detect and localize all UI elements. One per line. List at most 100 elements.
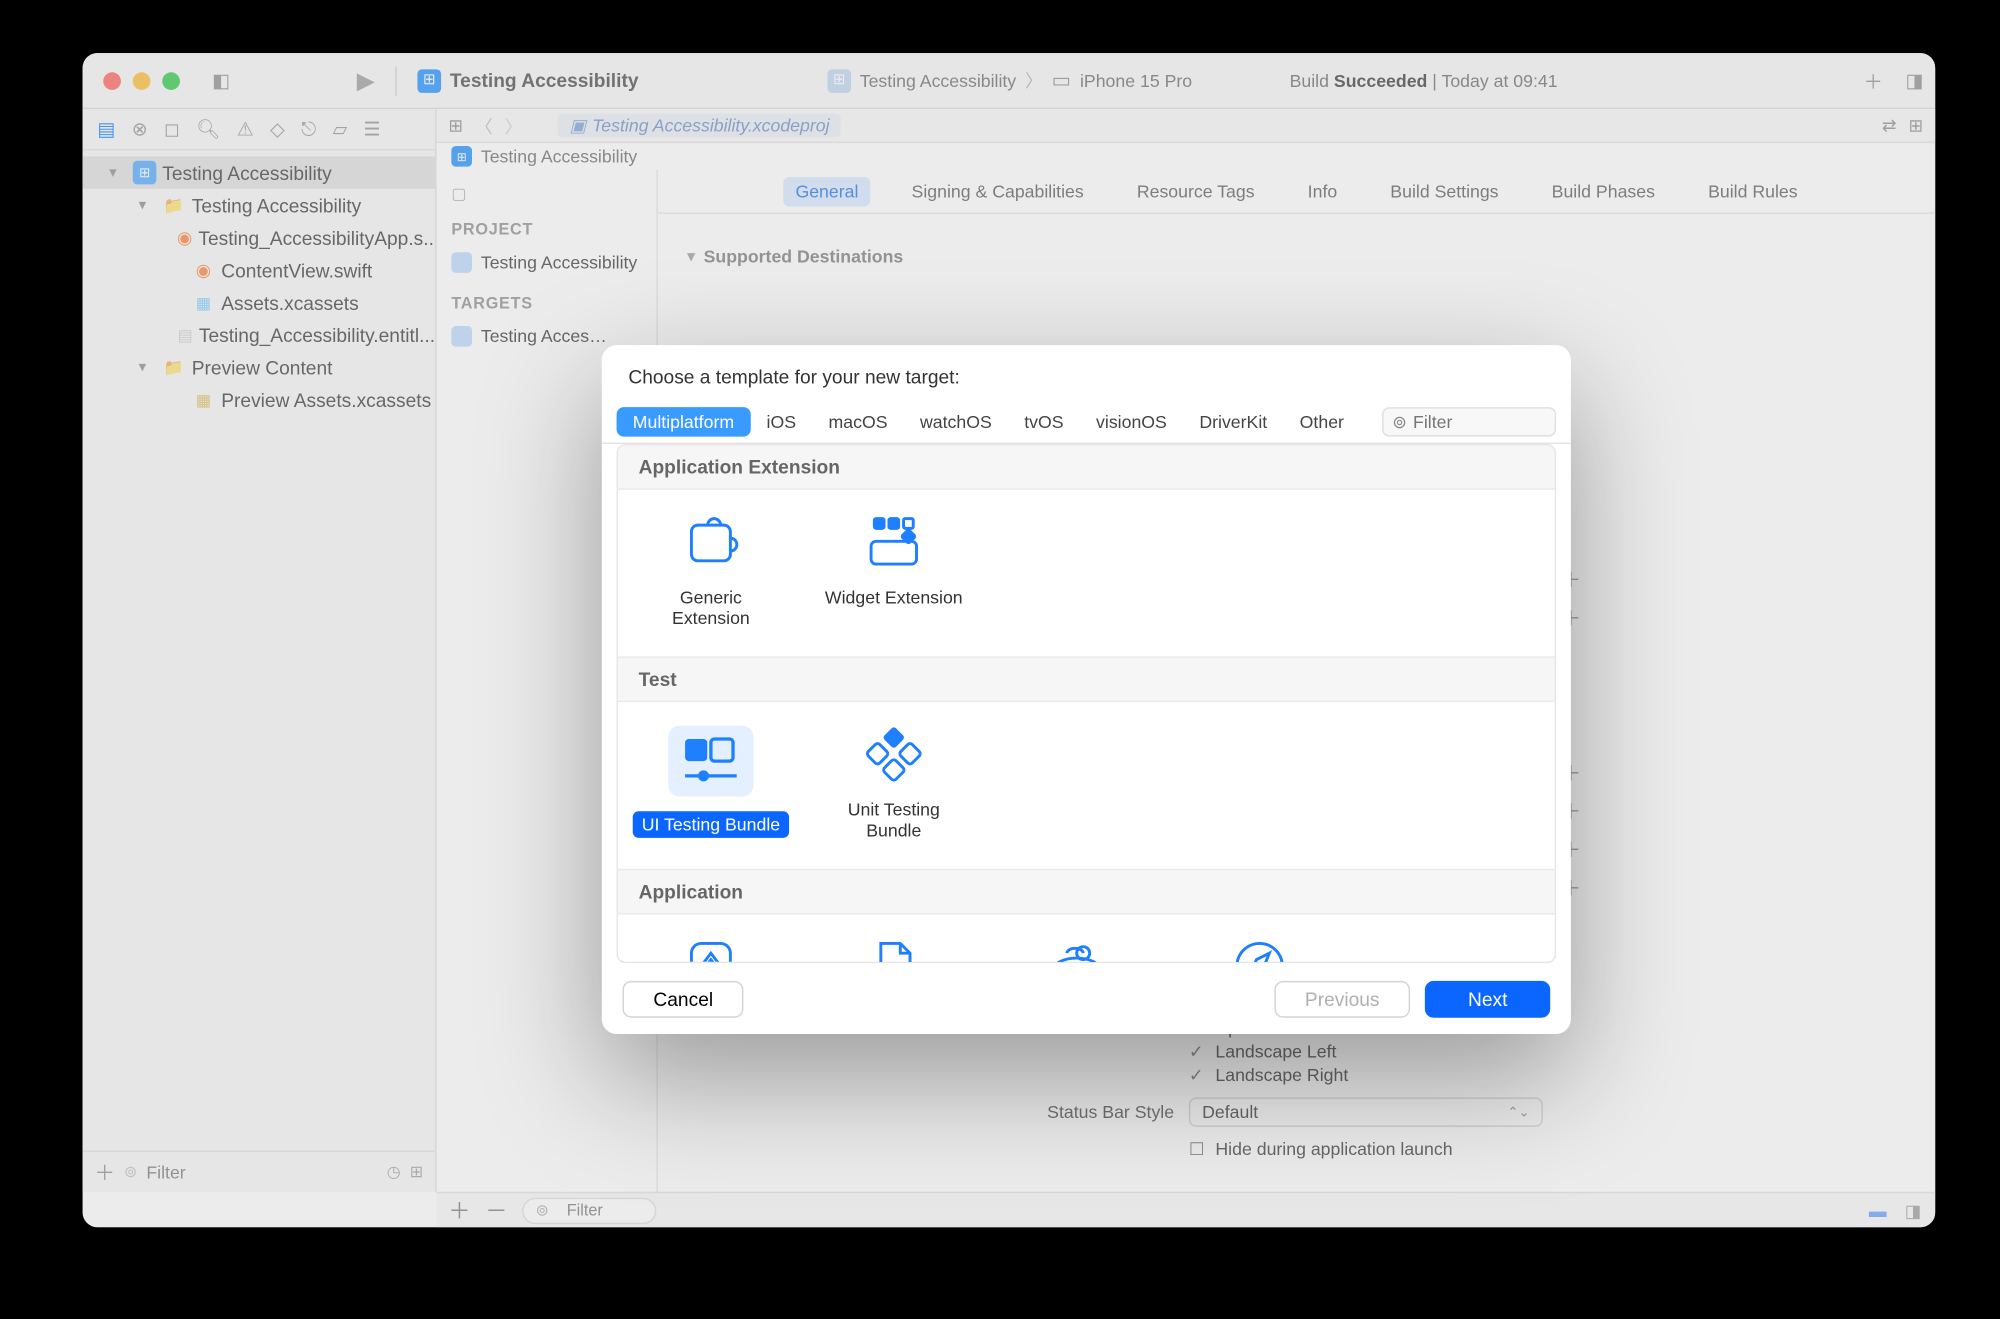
project-tab[interactable]: Build Phases [1540, 176, 1667, 206]
file-icon: ▦ [192, 388, 216, 412]
xcodeproj-icon: ▣ [569, 115, 586, 136]
project-tab[interactable]: Build Rules [1696, 176, 1809, 206]
breakpoint-icon[interactable]: ▱ [333, 117, 348, 141]
nav-back-icon[interactable]: 〈 [475, 113, 493, 138]
tree-item[interactable]: ◉Testing_AccessibilityApp.s... [83, 221, 436, 253]
template-app[interactable] [630, 937, 792, 963]
template-widget-ext[interactable]: Widget Extension [813, 513, 975, 632]
run-destination[interactable]: ⊞ Testing Accessibility 〉 ▭ iPhone 15 Pr… [827, 68, 1192, 93]
navigator-selector: ▤ ⊗ ◻ 🔍︎ ⚠︎ ◇ ⎋ ▱ ☰ [83, 109, 436, 150]
close-window-button[interactable] [103, 72, 121, 90]
add-target-icon[interactable]: ＋ [448, 1195, 470, 1226]
previous-button[interactable]: Previous [1274, 980, 1411, 1017]
bookmark-icon[interactable]: ◻ [164, 117, 180, 141]
doc-app-icon [861, 937, 926, 963]
template-list: Application ExtensionGeneric ExtensionWi… [617, 444, 1557, 963]
project-tab[interactable]: General [784, 176, 871, 206]
project-navigator: ▤ ⊗ ◻ 🔍︎ ⚠︎ ◇ ⎋ ▱ ☰ ▾⊞Testing Accessibil… [83, 109, 437, 1192]
project-tab[interactable]: Resource Tags [1125, 176, 1266, 206]
app-icon: ⊞ [417, 69, 441, 93]
project-navigator-icon[interactable]: ▤ [97, 117, 115, 141]
build-status: Build Succeeded | Today at 09:41 [1290, 70, 1558, 91]
tree-item[interactable]: ▦Assets.xcassets [83, 286, 436, 318]
file-icon: 📁 [162, 193, 186, 217]
remove-target-icon[interactable]: － [485, 1195, 507, 1226]
app-icon [679, 937, 744, 963]
source-control-icon[interactable]: ⊗ [132, 117, 148, 141]
status-bar-popup[interactable]: Default⌃⌄ [1189, 1097, 1543, 1127]
next-button[interactable]: Next [1425, 980, 1550, 1017]
template-doc-app[interactable] [813, 937, 975, 963]
run-icon[interactable]: ▶ [351, 66, 381, 96]
library-icon[interactable]: ◨ [1900, 66, 1930, 96]
project-tab[interactable]: Build Settings [1379, 176, 1511, 206]
recent-icon[interactable]: ◷ [387, 1162, 401, 1181]
platform-tab[interactable]: visionOS [1080, 406, 1183, 436]
add-icon[interactable]: ＋ [1859, 66, 1889, 96]
editor-tab[interactable]: ▣ Testing Accessibility.xcodeproj [558, 114, 842, 138]
tree-item[interactable]: ▦Preview Assets.xcassets [83, 384, 436, 416]
platform-tab[interactable]: Multiplatform [617, 406, 751, 436]
tree-item[interactable]: ◉ContentView.swift [83, 254, 436, 286]
project-tab[interactable]: Signing & Capabilities [900, 176, 1096, 206]
add-editor-icon[interactable]: ⊞ [1909, 115, 1924, 136]
template-game[interactable] [996, 937, 1158, 963]
bottom-bar-toggle-icon[interactable]: ◨ [1903, 1200, 1924, 1221]
xcode-window: ◧ ▶ ⊞ Testing Accessibility ⊞ Testing Ac… [83, 53, 1936, 1227]
sidebar-filter-input[interactable] [146, 1162, 378, 1183]
platform-tab[interactable]: iOS [750, 406, 812, 436]
doc-outline-icon[interactable]: ▢ [451, 184, 641, 203]
file-label: Testing Accessibility [162, 162, 331, 184]
adjust-editor-icon[interactable]: ⇄ [1882, 115, 1897, 136]
template-unit-test[interactable]: Unit TestingBundle [813, 725, 975, 844]
section-supported-destinations[interactable]: ▾Supported Destinations [687, 246, 1905, 267]
template-ui-test[interactable]: UI Testing Bundle [630, 725, 792, 844]
orientation-checkbox[interactable]: ✓Landscape Left [1189, 1041, 1543, 1062]
minimize-window-button[interactable] [133, 72, 151, 90]
hide-status-bar-checkbox[interactable]: ☐Hide during application launch [1189, 1139, 1543, 1160]
tree-item[interactable]: ▤Testing_Accessibility.entitl... [83, 319, 436, 351]
template-filter-input[interactable] [1413, 411, 1546, 432]
platform-tab[interactable]: DriverKit [1183, 406, 1283, 436]
tree-item[interactable]: ▾⊞Testing Accessibility [83, 156, 436, 188]
template-safari-ext[interactable] [1179, 937, 1341, 963]
add-file-icon[interactable]: ＋ [94, 1157, 115, 1187]
sidebar-toggle-icon[interactable]: ◧ [207, 66, 237, 96]
debug-icon[interactable]: ⎋ [301, 117, 316, 141]
file-icon: ▤ [178, 323, 193, 347]
scheme-selector[interactable]: ⊞ Testing Accessibility [406, 69, 651, 93]
template-filter: ⊚ [1382, 406, 1556, 436]
file-tree: ▾⊞Testing Accessibility▾📁Testing Accessi… [83, 150, 436, 1150]
bottom-bar-icon[interactable]: ▬ [1867, 1200, 1888, 1221]
game-icon [1044, 937, 1109, 963]
issue-icon[interactable]: ⚠︎ [237, 117, 254, 141]
jump-bar[interactable]: ⊞ Testing Accessibility [437, 143, 1936, 169]
related-items-icon[interactable]: ⊞ [448, 115, 463, 136]
template-label: UI Testing Bundle [633, 811, 789, 838]
find-icon[interactable]: 🔍︎ [196, 117, 220, 141]
tree-item[interactable]: ▾📁Testing Accessibility [83, 189, 436, 221]
platform-tab[interactable]: tvOS [1008, 406, 1080, 436]
file-icon: ▦ [192, 291, 216, 315]
template-generic-ext[interactable]: Generic Extension [630, 513, 792, 632]
platform-tab[interactable]: Other [1283, 406, 1360, 436]
zoom-window-button[interactable] [162, 72, 180, 90]
template-label: Unit TestingBundle [839, 796, 949, 844]
cancel-button[interactable]: Cancel [622, 980, 744, 1017]
scheme-name: Testing Accessibility [450, 69, 639, 91]
scm-filter-icon[interactable]: ⊞ [410, 1162, 424, 1181]
project-settings-tabs: General Signing & Capabilities Resource Ta… [658, 170, 1935, 214]
target-filter-input[interactable] [555, 1200, 644, 1221]
tree-item[interactable]: ▾📁Preview Content [83, 351, 436, 383]
file-icon: ◉ [192, 258, 216, 282]
test-icon[interactable]: ◇ [270, 117, 285, 141]
orientation-checkbox[interactable]: ✓Landscape Right [1189, 1065, 1543, 1086]
project-row[interactable]: Testing Accessibility [451, 248, 641, 278]
nav-forward-icon[interactable]: 〉 [505, 113, 523, 138]
project-tab[interactable]: Info [1296, 176, 1349, 206]
file-icon: 📁 [162, 355, 186, 379]
platform-tab[interactable]: macOS [812, 406, 903, 436]
report-icon[interactable]: ☰ [364, 117, 381, 141]
platform-tab[interactable]: watchOS [904, 406, 1008, 436]
app-icon: ⊞ [451, 146, 472, 167]
